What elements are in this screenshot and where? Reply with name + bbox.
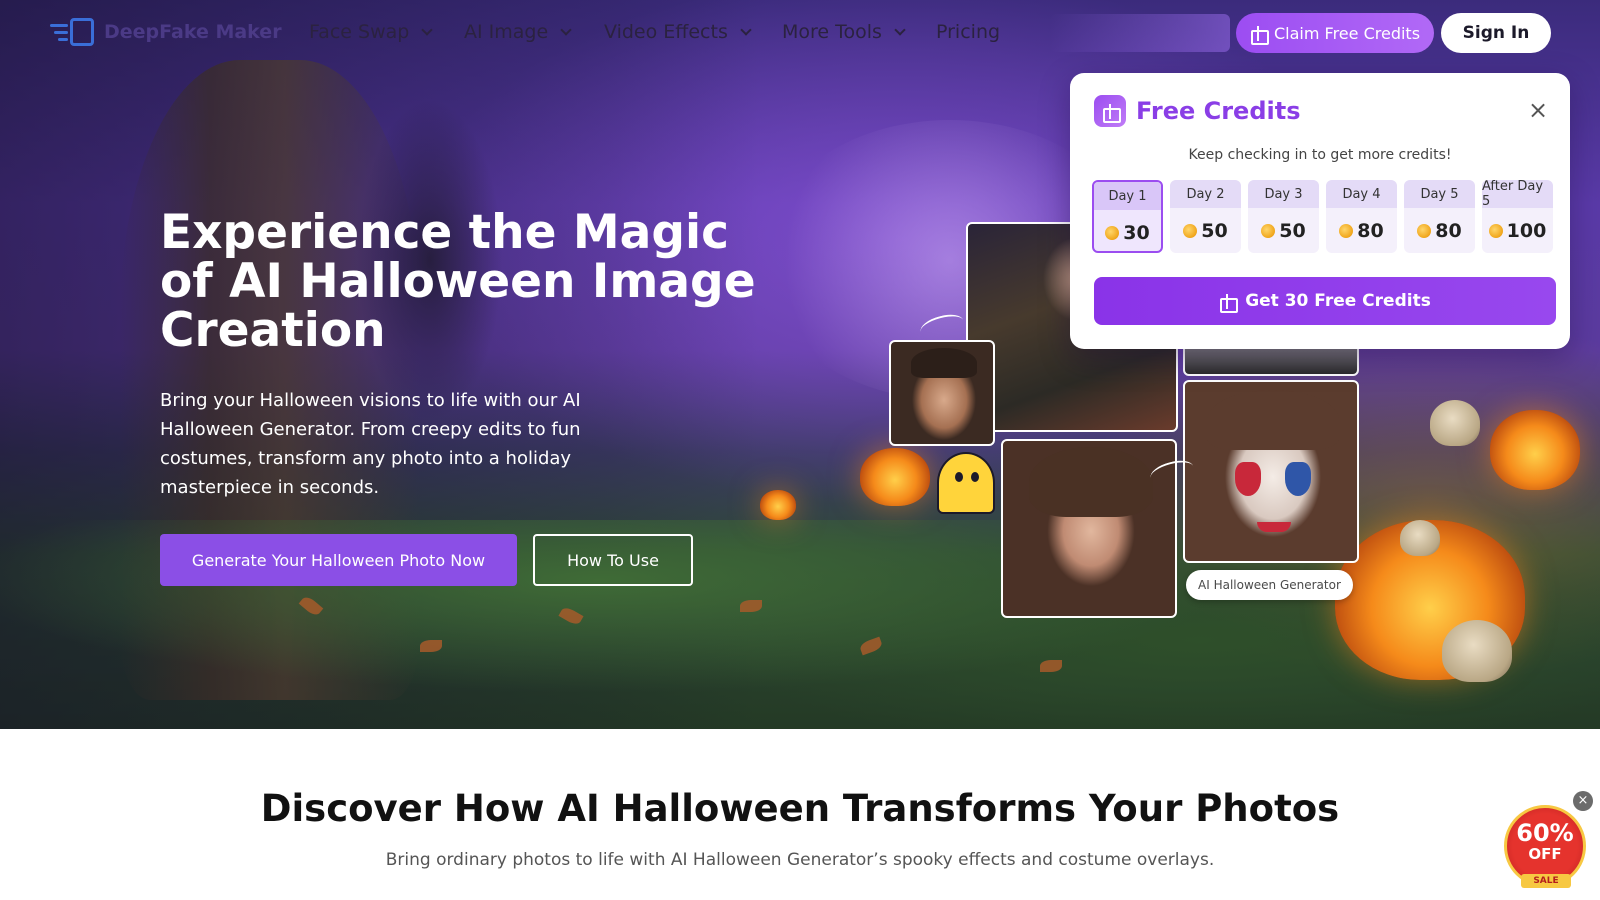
coin-icon bbox=[1339, 223, 1354, 238]
coin-icon bbox=[1105, 225, 1120, 240]
day-label: Day 3 bbox=[1248, 180, 1319, 208]
sale-tag: SALE bbox=[1521, 874, 1571, 888]
coin-icon bbox=[1261, 223, 1276, 238]
nav-more-tools[interactable]: More Tools bbox=[782, 21, 906, 43]
section-title: Discover How AI Halloween Transforms You… bbox=[260, 787, 1340, 830]
coin-icon bbox=[1417, 223, 1432, 238]
nav-pricing-label: Pricing bbox=[936, 21, 1001, 43]
coin-icon bbox=[1488, 223, 1503, 238]
sale-badge[interactable]: 60% OFF SALE bbox=[1504, 805, 1586, 888]
nav-video-effects[interactable]: Video Effects bbox=[604, 21, 752, 43]
day-card[interactable]: Day 3 50 bbox=[1248, 180, 1319, 253]
close-icon[interactable]: × bbox=[1573, 791, 1593, 811]
credit-amount: 50 bbox=[1201, 219, 1228, 242]
chevron-down-icon bbox=[740, 24, 752, 36]
credit-amount: 80 bbox=[1435, 219, 1462, 242]
skull bbox=[1400, 520, 1440, 556]
day-label: Day 5 bbox=[1404, 180, 1475, 208]
jack-o-lantern bbox=[860, 448, 930, 506]
day-label: Day 4 bbox=[1326, 180, 1397, 208]
get-free-credits-button[interactable]: Get 30 Free Credits bbox=[1094, 277, 1556, 325]
how-to-use-button[interactable]: How To Use bbox=[533, 534, 693, 586]
popup-title: Free Credits bbox=[1136, 97, 1301, 125]
claim-label: Claim Free Credits bbox=[1274, 23, 1421, 43]
nav-ai-image[interactable]: AI Image bbox=[464, 21, 572, 43]
close-icon[interactable]: × bbox=[1526, 98, 1550, 123]
day-label: After Day 5 bbox=[1482, 180, 1553, 209]
clown-result-photo bbox=[1183, 380, 1359, 563]
credit-amount: 80 bbox=[1357, 219, 1384, 242]
daily-credits-list: Day 1 30 Day 2 50 Day 3 50 Day 4 80 Day … bbox=[1092, 180, 1553, 253]
sign-in-button[interactable]: Sign In bbox=[1441, 13, 1551, 53]
day-card[interactable]: After Day 5 100 bbox=[1482, 180, 1553, 253]
coin-icon bbox=[1183, 223, 1198, 238]
nav-highlight bbox=[1050, 14, 1230, 52]
gift-icon bbox=[1219, 293, 1239, 313]
nav-ai-image-label: AI Image bbox=[464, 21, 549, 43]
ai-halloween-generator-tag: AI Halloween Generator bbox=[1186, 570, 1353, 600]
site-logo[interactable]: DeepFake Maker bbox=[50, 18, 282, 46]
day-card[interactable]: Day 2 50 bbox=[1170, 180, 1241, 253]
jack-o-lantern bbox=[760, 490, 796, 520]
logo-icon bbox=[50, 18, 94, 46]
nav-face-swap[interactable]: Face Swap bbox=[309, 21, 433, 43]
woman-source-photo bbox=[1001, 439, 1177, 618]
leaf bbox=[1040, 660, 1062, 672]
skull bbox=[1430, 400, 1480, 446]
man-source-photo bbox=[889, 340, 995, 446]
day-card[interactable]: Day 5 80 bbox=[1404, 180, 1475, 253]
sale-off: OFF bbox=[1528, 845, 1562, 863]
hero-title: Experience the Magic of AI Halloween Ima… bbox=[160, 205, 756, 358]
credit-amount: 100 bbox=[1506, 219, 1547, 242]
credit-amount: 50 bbox=[1279, 219, 1306, 242]
nav-face-swap-label: Face Swap bbox=[309, 21, 410, 43]
day-label: Day 2 bbox=[1170, 180, 1241, 208]
gift-icon bbox=[1250, 25, 1269, 45]
logo-text: DeepFake Maker bbox=[104, 21, 282, 43]
gift-icon bbox=[1094, 95, 1126, 127]
chevron-down-icon bbox=[894, 24, 906, 36]
free-credits-popup: Free Credits × Keep checking in to get m… bbox=[1070, 73, 1570, 349]
popup-subtitle: Keep checking in to get more credits! bbox=[1188, 147, 1452, 163]
ghost-icon bbox=[937, 452, 995, 514]
credit-amount: 30 bbox=[1123, 221, 1150, 244]
sale-percent: 60% bbox=[1516, 819, 1574, 847]
nav-video-effects-label: Video Effects bbox=[604, 21, 728, 43]
claim-free-credits-button[interactable]: Claim Free Credits bbox=[1236, 13, 1435, 53]
chevron-down-icon bbox=[560, 24, 572, 36]
skull bbox=[1442, 620, 1512, 682]
jack-o-lantern bbox=[1490, 410, 1580, 490]
day-card[interactable]: Day 1 30 bbox=[1092, 180, 1163, 253]
leaf bbox=[420, 640, 442, 652]
generate-photo-button[interactable]: Generate Your Halloween Photo Now bbox=[160, 534, 517, 586]
hero-description: Bring your Halloween visions to life wit… bbox=[160, 390, 581, 498]
nav-pricing[interactable]: Pricing bbox=[936, 21, 1000, 43]
popup-header: Free Credits bbox=[1094, 95, 1301, 127]
day-card[interactable]: Day 4 80 bbox=[1326, 180, 1397, 253]
chevron-down-icon bbox=[421, 24, 433, 36]
section-subtitle: Bring ordinary photos to life with AI Ha… bbox=[385, 850, 1215, 870]
nav-more-tools-label: More Tools bbox=[782, 21, 882, 43]
leaf bbox=[740, 600, 762, 612]
day-label: Day 1 bbox=[1094, 182, 1161, 210]
get-free-credits-label: Get 30 Free Credits bbox=[1245, 291, 1431, 311]
